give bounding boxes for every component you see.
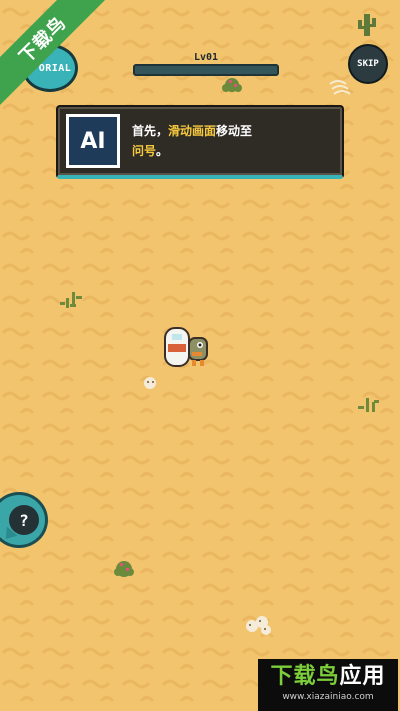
watermark-title-green: 下载鸟 (270, 664, 340, 689)
dialog-text-part1: 首先， (132, 124, 169, 138)
watermark-badge: 下载鸟应用 www.xiazainiao.com (258, 659, 398, 711)
level-indicator: Lv01 (133, 52, 279, 78)
dialog-text-part3: 。 (156, 144, 169, 158)
ai-portrait: AI (66, 114, 120, 168)
tutorial-label: ORIAL (38, 62, 72, 74)
dialog-message: 首先，滑动画面移动至问号。 (132, 121, 332, 161)
ai-portrait-label: AI (80, 128, 106, 154)
dialog-text-part2: 移动至 (216, 124, 253, 138)
skip-label: SKIP (357, 59, 379, 69)
watermark-url: www.xiazainiao.com (282, 692, 374, 702)
level-label: Lv01 (193, 52, 219, 63)
dialog-highlight-swipe: 滑动画面 (168, 124, 217, 138)
dialog-highlight-question: 问号 (132, 144, 157, 158)
tutorial-dialog: AI 首先，滑动画面移动至问号。 (56, 105, 344, 179)
watermark-title-white: 应用 (339, 664, 386, 689)
skip-button[interactable]: SKIP (348, 44, 388, 84)
watermark-title: 下载鸟应用 (258, 663, 398, 691)
question-mark-icon: ? (9, 505, 39, 535)
tutorial-button[interactable]: ORIAL (22, 44, 78, 92)
skull-icon (144, 377, 156, 389)
question-mark-label: ? (19, 510, 29, 530)
xp-bar (133, 64, 279, 76)
